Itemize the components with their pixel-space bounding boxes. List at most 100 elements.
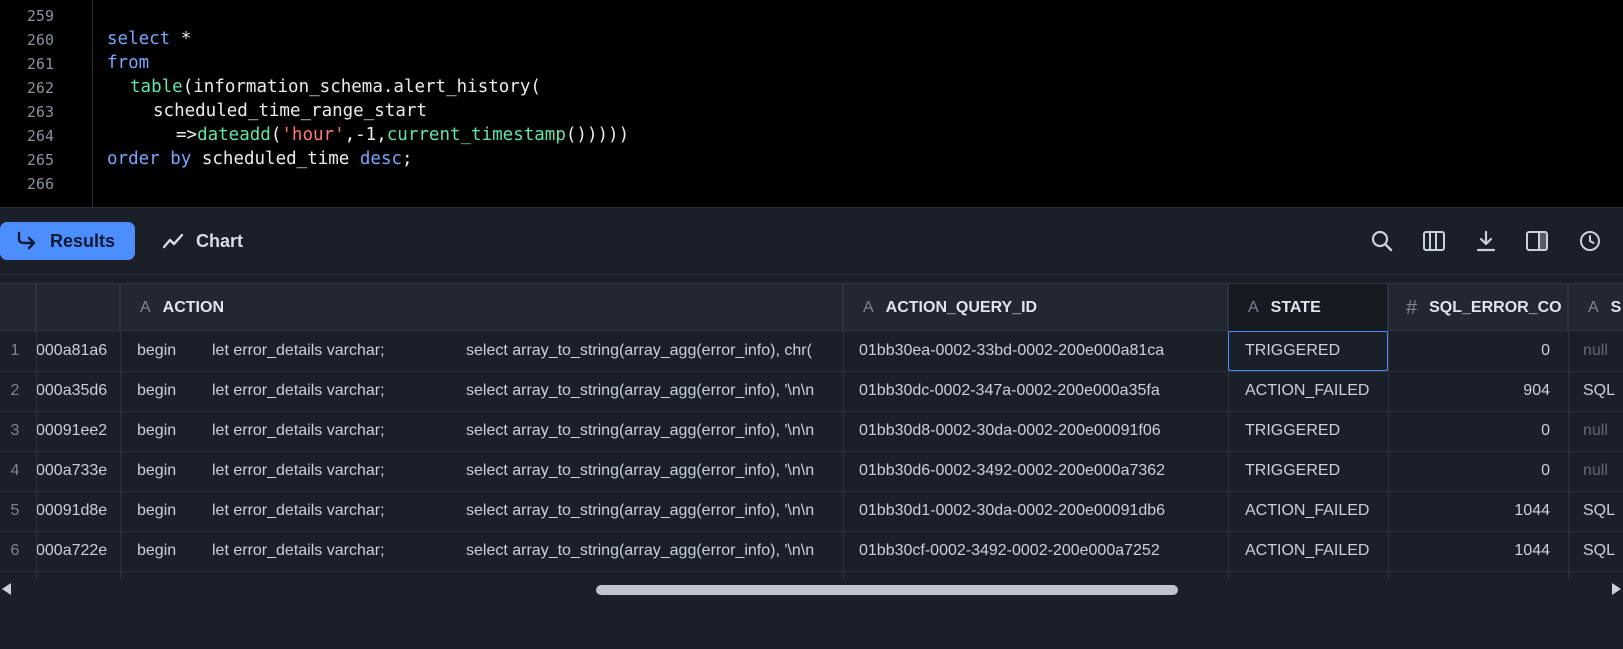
code-text: * [170,29,192,49]
panel-icon[interactable] [1524,228,1550,254]
column-header-label: ACTION_QUERY_ID [885,299,1038,316]
chart-line-icon [162,233,184,249]
cell-next[interactable]: SQL [1583,491,1623,531]
code-line[interactable]: scheduled_time_range_start [153,99,427,123]
cell-action-part[interactable]: let error_details varchar; [212,331,442,371]
table-row[interactable]: 6 000a722e begin let error_details varchar;… [0,531,1623,572]
line-number: 264 [26,127,54,145]
cell-action-query-id[interactable]: 01bb30d8-0002-30da-0002-200e00091f06 [859,411,1227,451]
cell-state[interactable]: ACTION_FAILED [1245,371,1385,411]
cell-previous[interactable]: 00091d8e [36,491,116,531]
cell-action-query-id[interactable]: 01bb30cf-0002-3492-0002-200e000a7252 [859,531,1227,571]
code-line[interactable]: from [107,51,149,75]
cell-action-part[interactable]: begin [137,411,197,451]
cell-action-part[interactable]: let error_details varchar; [212,491,442,531]
code-text: scheduled_time_range_start [153,101,427,121]
cell-action-query-id[interactable]: 01bb30ea-0002-33bd-0002-200e000a81ca [859,331,1227,371]
cell-action-part[interactable]: let error_details varchar; [212,451,442,491]
history-icon[interactable] [1577,228,1603,254]
cell-action-part[interactable]: select array_to_string(array_agg(error_i… [466,491,841,531]
table-row[interactable]: 5 00091d8e begin let error_details varchar;… [0,491,1623,532]
scroll-left-icon[interactable] [2,583,11,595]
cell-next[interactable]: null [1583,411,1623,451]
code-line[interactable]: order by scheduled_time desc; [107,147,413,171]
cell-action-part[interactable]: let error_details varchar; [212,411,442,451]
column-header-sql-error-code[interactable]: # SQL_ERROR_CO [1388,284,1568,332]
cell-next[interactable]: SQL [1583,531,1623,571]
cell-sql-error-code[interactable]: 1044 [1390,531,1550,571]
column-header-previous[interactable] [36,284,120,332]
cell-sql-error-code[interactable]: 1044 [1390,491,1550,531]
sql-editor[interactable]: 259 260 261 262 263 264 265 266 select *… [0,0,1623,207]
line-number: 265 [26,151,54,169]
cell-previous[interactable]: 000a35d6 [36,371,116,411]
table-row[interactable]: 4 000a733e begin let error_details varchar;… [0,451,1623,492]
function-name: current_timestamp [386,125,566,145]
cell-state[interactable]: TRIGGERED [1245,411,1385,451]
line-number: 259 [26,7,54,25]
cell-action-part[interactable]: select array_to_string(array_agg(error_i… [466,531,841,571]
cell-state[interactable]: ACTION_FAILED [1245,531,1385,571]
cell-next[interactable]: null [1583,331,1623,371]
results-arrow-icon [17,231,36,250]
cell-action-query-id[interactable]: 01bb30dc-0002-347a-0002-200e000a35fa [859,371,1227,411]
column-header-label: S [1610,299,1622,316]
cell-state[interactable]: TRIGGERED [1245,451,1385,491]
table-row[interactable]: 2 000a35d6 begin let error_details varchar;… [0,371,1623,412]
scrollbar-thumb[interactable] [596,585,1178,595]
column-header-action-query-id[interactable]: A ACTION_QUERY_ID [843,284,1228,332]
cell-action-part[interactable]: let error_details varchar; [212,531,442,571]
cell-action-part[interactable]: select array_to_string(array_agg(error_i… [466,331,841,371]
cell-action-part[interactable]: select array_to_string(array_agg(error_i… [466,371,841,411]
keyword: select [107,29,171,49]
cell-action-query-id[interactable]: 01bb30d1-0002-30da-0002-200e00091db6 [859,491,1227,531]
cell-sql-error-code[interactable]: 0 [1390,331,1550,371]
cell-next[interactable]: SQL [1583,371,1623,411]
column-header-action[interactable]: A ACTION [120,284,843,332]
row-number-header [0,284,36,332]
column-divider [1228,283,1229,580]
cell-action-part[interactable]: begin [137,491,197,531]
keyword: from [107,53,150,73]
cell-previous[interactable]: 00091ee2 [36,411,116,451]
column-divider [843,283,844,580]
search-icon[interactable] [1369,228,1395,254]
tab-chart[interactable]: Chart [162,222,243,260]
cell-sql-error-code[interactable]: 0 [1390,451,1550,491]
code-line[interactable]: select * [107,27,191,51]
column-header-next[interactable]: A S [1568,284,1623,332]
cell-action-part[interactable]: begin [137,451,197,491]
cell-action-part[interactable]: select array_to_string(array_agg(error_i… [466,411,841,451]
cell-previous[interactable]: 000a722e [36,531,116,571]
code-text: ; [402,149,413,169]
column-header-label: ACTION [162,299,224,316]
cell-action-query-id[interactable]: 01bb30d6-0002-3492-0002-200e000a7362 [859,451,1227,491]
code-line[interactable]: table(information_schema.alert_history( [130,75,541,99]
cell-previous[interactable]: 000a81a6 [36,331,116,371]
column-divider [1388,283,1389,580]
horizontal-scrollbar[interactable] [0,580,1623,598]
text-type-icon: A [1588,299,1599,316]
cell-state[interactable]: ACTION_FAILED [1245,491,1385,531]
columns-icon[interactable] [1421,228,1447,254]
cell-action-part[interactable]: begin [137,371,197,411]
cell-action-part[interactable]: begin [137,331,197,371]
results-grid[interactable]: A ACTION A ACTION_QUERY_ID A STATE # SQL… [0,283,1623,580]
line-number: 266 [26,175,54,193]
table-row[interactable]: 3 00091ee2 begin let error_details varchar;… [0,411,1623,452]
download-icon[interactable] [1473,228,1499,254]
tab-results[interactable]: Results [0,222,135,260]
column-header-state[interactable]: A STATE [1228,284,1388,332]
cell-action-part[interactable]: begin [137,531,197,571]
scroll-right-icon[interactable] [1612,583,1621,595]
line-number: 263 [26,103,54,121]
cell-sql-error-code[interactable]: 0 [1390,411,1550,451]
cell-sql-error-code[interactable]: 904 [1390,371,1550,411]
code-line[interactable]: =>dateadd('hour',-1,current_timestamp())… [176,123,629,147]
row-number: 6 [10,542,20,559]
results-toolbar: Results Chart [0,207,1623,275]
cell-action-part[interactable]: let error_details varchar; [212,371,442,411]
cell-previous[interactable]: 000a733e [36,451,116,491]
cell-next[interactable]: null [1583,451,1623,491]
cell-action-part[interactable]: select array_to_string(array_agg(error_i… [466,451,841,491]
